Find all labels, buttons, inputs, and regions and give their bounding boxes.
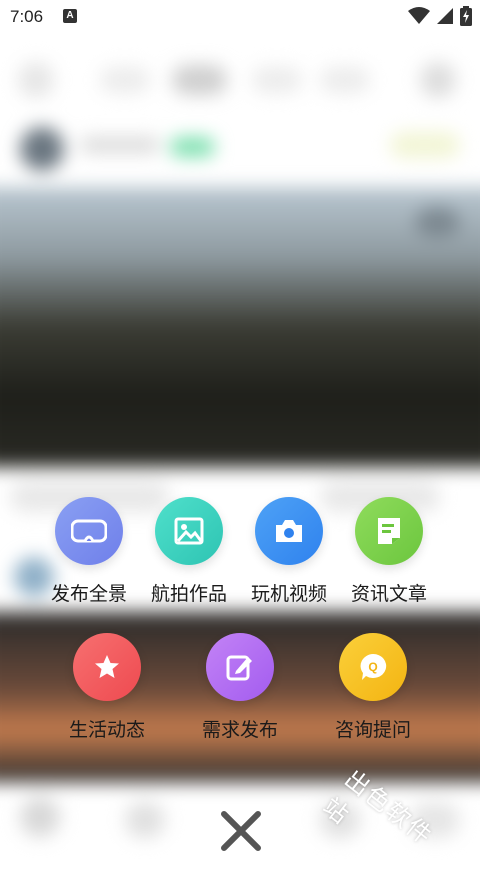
svg-text:Q: Q [368,660,377,674]
document-icon [355,497,423,565]
menu-label: 发布全景 [50,584,127,605]
star-icon [73,633,141,701]
menu-label: 需求发布 [201,720,278,741]
menu-item-publish-panorama[interactable]: 发布全景 [39,497,139,606]
edit-icon [206,633,274,701]
menu-label: 资讯文章 [350,584,427,605]
menu-item-life-updates[interactable]: 生活动态 [57,633,157,742]
menu-label: 咨询提问 [334,720,411,741]
menu-item-gadget-video[interactable]: 玩机视频 [239,497,339,606]
close-icon [221,811,261,851]
menu-item-ask-question[interactable]: Q 咨询提问 [323,633,423,742]
vr-glasses-icon [55,497,123,565]
menu-label: 玩机视频 [250,584,327,605]
menu-item-post-request[interactable]: 需求发布 [190,633,290,742]
menu-item-aerial-works[interactable]: 航拍作品 [139,497,239,606]
menu-item-news-article[interactable]: 资讯文章 [339,497,439,606]
menu-label: 生活动态 [68,720,145,741]
camera-icon [255,497,323,565]
image-icon [155,497,223,565]
menu-label: 航拍作品 [150,584,227,605]
close-button[interactable] [218,808,264,854]
publish-menu: 发布全景 航拍作品 玩机视频 资讯文章 生活动态 需求发布 Q 咨询提问 [0,0,480,853]
question-bubble-icon: Q [339,633,407,701]
